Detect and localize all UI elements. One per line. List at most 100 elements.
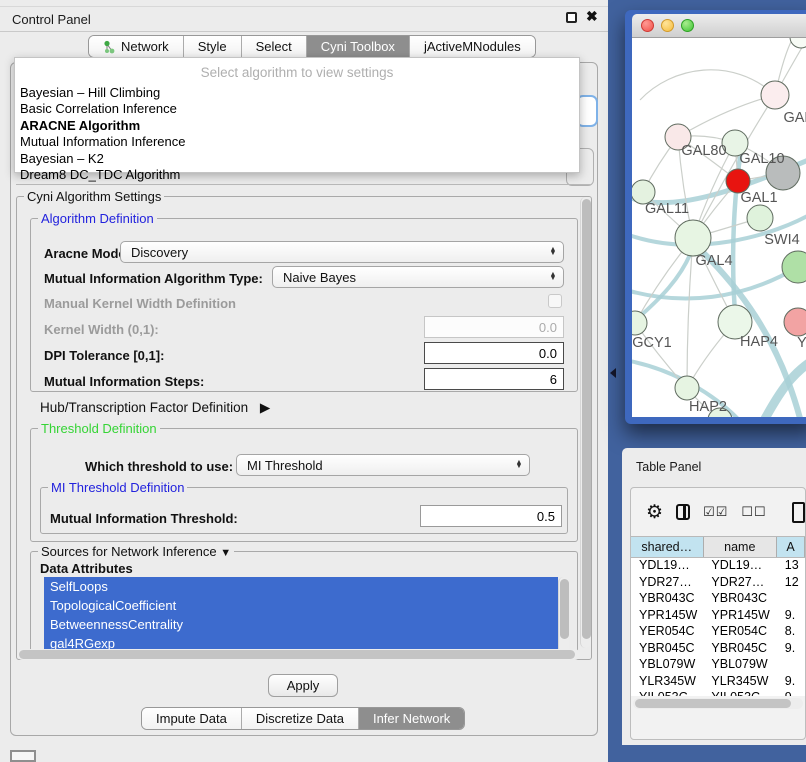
table-cell: 8. — [777, 624, 805, 641]
node-table: shared…nameA YDL19…YDL19…13YDR27…YDR27…1… — [631, 536, 805, 696]
table-cell: YLR345W — [631, 674, 703, 691]
table-rows: YDL19…YDL19…13YDR27…YDR27…12YBR043CYBR04… — [631, 558, 805, 696]
tab-label: Network — [121, 39, 169, 54]
close-traffic-light-icon[interactable] — [641, 19, 654, 32]
table-row[interactable]: YPR145WYPR145W9. — [631, 608, 805, 625]
tab-network[interactable]: Network — [89, 36, 184, 57]
aracne-mode-select[interactable]: Discovery ▲▼ — [120, 241, 564, 263]
network-node[interactable] — [761, 81, 789, 109]
manual-kernel-checkbox[interactable] — [548, 294, 562, 308]
dpi-tolerance-field[interactable]: 0.0 — [424, 342, 564, 364]
threshold-definition-title: Threshold Definition — [38, 421, 160, 436]
network-window-titlebar[interactable] — [632, 14, 806, 38]
table-row[interactable]: YER054CYER054C8. — [631, 624, 805, 641]
control-panel-titlebar — [0, 6, 608, 32]
dpi-tolerance-label: DPI Tolerance [0,1]: — [44, 348, 164, 363]
table-row[interactable]: YDL19…YDL19…13 — [631, 558, 805, 575]
mi-threshold-field[interactable]: 0.5 — [420, 505, 562, 527]
column-header-shared[interactable]: shared… — [631, 537, 704, 557]
attribute-item[interactable]: SelfLoops — [44, 577, 558, 596]
network-node[interactable] — [784, 308, 806, 336]
attribute-item[interactable]: BetweennessCentrality — [44, 615, 558, 634]
table-row[interactable]: YIL053CYIL053C9. — [631, 690, 805, 696]
data-attributes-label: Data Attributes — [40, 561, 133, 576]
table-panel-inner: ⚙ ☑☑ ☐☐ shared…nameA YDL19…YDL19…13YDR27… — [630, 487, 806, 740]
table-cell: YBR043C — [703, 591, 776, 608]
algorithm-option[interactable]: Basic Correlation Inference — [15, 101, 579, 117]
table-horizontal-scrollbar[interactable] — [633, 698, 803, 709]
network-canvas[interactable]: GALGAL80GAL10GAL11GAL1SWI4GAL4GCY1HAP4YH… — [632, 38, 806, 417]
dropdown-items: Bayesian – Hill ClimbingBasic Correlatio… — [15, 85, 579, 183]
tab-select[interactable]: Select — [242, 36, 307, 57]
table-header-row: shared…nameA — [631, 536, 805, 558]
expander-arrow-icon: ▶ — [260, 400, 270, 415]
kernel-width-field[interactable]: 0.0 — [424, 316, 564, 338]
tab-style[interactable]: Style — [184, 36, 242, 57]
close-icon[interactable]: ✖ — [586, 8, 598, 25]
network-node[interactable] — [747, 205, 773, 231]
collapse-arrow-icon[interactable]: ▼ — [220, 547, 231, 559]
select-all-icon[interactable]: ☑☑ — [703, 504, 728, 520]
settings-vertical-scrollbar[interactable] — [580, 197, 591, 648]
tab-impute-data[interactable]: Impute Data — [142, 708, 242, 729]
mi-threshold-label: Mutual Information Threshold: — [50, 511, 238, 526]
table-cell: YBL079W — [703, 657, 776, 674]
algorithm-option[interactable]: Mutual Information Inference — [15, 134, 579, 150]
tab-cyni-toolbox[interactable]: Cyni Toolbox — [307, 36, 410, 57]
table-cell: YBL079W — [631, 657, 703, 674]
network-node[interactable] — [782, 251, 806, 283]
column-header-a[interactable]: A — [777, 537, 805, 557]
apply-button[interactable]: Apply — [268, 674, 338, 697]
table-cell: YDR27… — [631, 575, 703, 592]
float-window-icon[interactable] — [566, 12, 577, 23]
mi-steps-field[interactable]: 6 — [424, 368, 564, 390]
table-row[interactable]: YBL079WYBL079W — [631, 657, 805, 674]
table-cell: YIL053C — [703, 690, 776, 696]
network-node[interactable] — [790, 38, 806, 48]
table-cell: YLR345W — [703, 674, 776, 691]
algorithm-option[interactable]: Bayesian – Hill Climbing — [15, 85, 579, 101]
mini-palette-window[interactable] — [10, 750, 36, 762]
node-label: GAL1 — [740, 190, 777, 206]
hub-definition-label: Hub/Transcription Factor Definition — [40, 400, 248, 415]
node-label: GAL10 — [739, 151, 784, 167]
attribute-item[interactable]: TopologicalCoefficient — [44, 596, 558, 615]
network-edge[interactable] — [678, 95, 775, 137]
table-cell: 9. — [777, 674, 805, 691]
node-label: GAL4 — [695, 253, 732, 269]
algorithm-option[interactable]: Dream8 DC_TDC Algorithm — [15, 167, 579, 183]
deselect-all-icon[interactable]: ☐☐ — [741, 504, 766, 520]
node-label: Y — [797, 335, 806, 351]
mi-type-select[interactable]: Naive Bayes ▲▼ — [272, 266, 564, 288]
table-row[interactable]: YLR345WYLR345W9. — [631, 674, 805, 691]
column-header-name[interactable]: name — [704, 537, 777, 557]
algorithm-definition-title: Algorithm Definition — [38, 211, 157, 226]
data-attributes-list[interactable]: SelfLoopsTopologicalCoefficientBetweenne… — [44, 577, 558, 653]
columns-icon[interactable] — [676, 504, 690, 520]
table-row[interactable]: YBR045CYBR045C9. — [631, 641, 805, 658]
attributes-scrollbar[interactable] — [558, 577, 569, 653]
table-cell: 13 — [777, 558, 805, 575]
hub-definition-expander[interactable]: Hub/Transcription Factor Definition ▶ — [40, 400, 270, 416]
table-row[interactable]: YDR27…YDR27…12 — [631, 575, 805, 592]
network-edge[interactable] — [640, 70, 775, 100]
network-view-window[interactable]: GALGAL80GAL10GAL11GAL1SWI4GAL4GCY1HAP4YH… — [625, 10, 806, 424]
tab-infer-network[interactable]: Infer Network — [359, 708, 464, 729]
network-node[interactable] — [675, 220, 711, 256]
tab-jactivemnodules[interactable]: jActiveMNodules — [410, 36, 535, 57]
table-cell: YDR27… — [703, 575, 776, 592]
gear-icon[interactable]: ⚙ — [646, 501, 663, 524]
settings-horizontal-scrollbar[interactable] — [17, 649, 580, 660]
tab-discretize-data[interactable]: Discretize Data — [242, 708, 359, 729]
tab-label: Impute Data — [156, 711, 227, 726]
new-table-icon[interactable] — [792, 502, 805, 523]
network-node[interactable] — [675, 376, 699, 400]
minimize-traffic-light-icon[interactable] — [661, 19, 674, 32]
zoom-traffic-light-icon[interactable] — [681, 19, 694, 32]
which-threshold-select[interactable]: MI Threshold ▲▼ — [236, 454, 530, 476]
splitter-collapse-icon[interactable] — [610, 368, 616, 378]
table-row[interactable]: YBR043CYBR043C — [631, 591, 805, 608]
tab-label: Discretize Data — [256, 711, 344, 726]
algorithm-option[interactable]: ARACNE Algorithm — [15, 118, 579, 134]
algorithm-option[interactable]: Bayesian – K2 — [15, 151, 579, 167]
